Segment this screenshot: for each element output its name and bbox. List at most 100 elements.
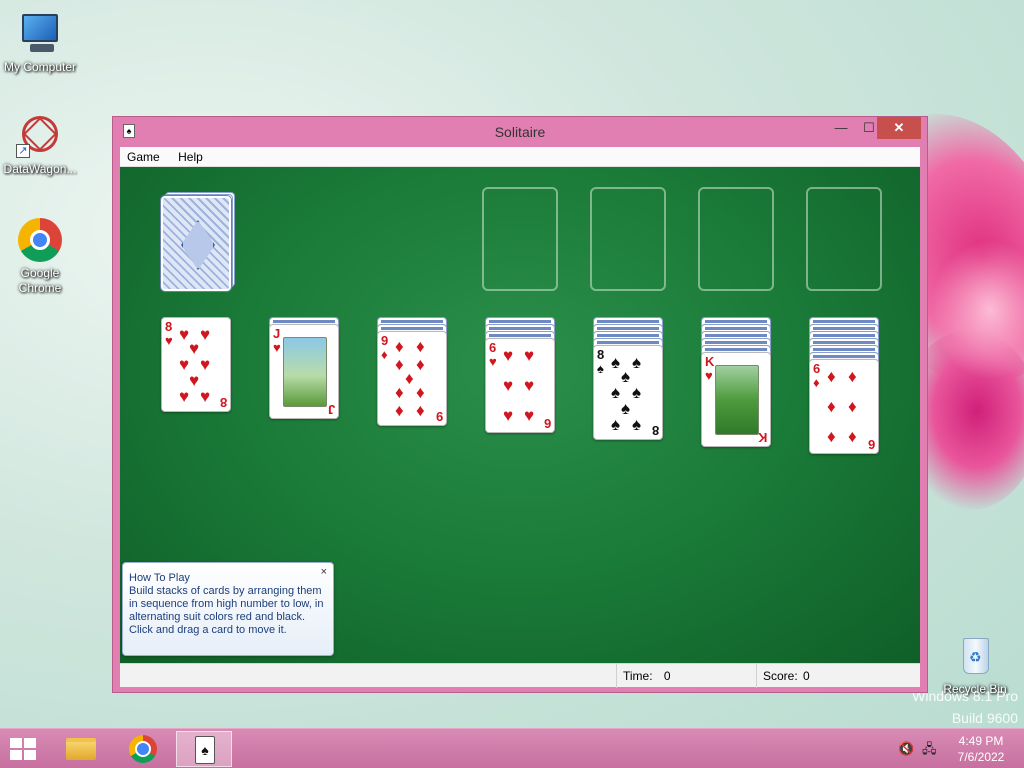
taskbar-file-explorer[interactable]	[53, 731, 109, 767]
windows-watermark-build: Build 9600	[951, 710, 1018, 726]
window-titlebar[interactable]: ♠ Solitaire — ☐ ✕	[113, 117, 927, 147]
foundation-slot-2[interactable]	[590, 187, 666, 291]
shortcut-arrow-icon: ↗	[16, 144, 30, 158]
card-rank: 8	[651, 423, 659, 438]
card-rank: 8 ♥	[165, 319, 173, 348]
taskbar: ♠ 🔇 🖧 4:49 PM 7/6/2022	[0, 728, 1024, 768]
folder-icon	[66, 738, 96, 760]
time-display: Time: 0	[616, 664, 756, 688]
wallpaper-flower-highlight	[930, 240, 1024, 380]
diamond-icon: ♦	[395, 337, 404, 356]
heart-icon: ♥	[179, 325, 190, 344]
menu-help[interactable]: Help	[171, 147, 210, 167]
diamond-icon: ♦	[416, 401, 425, 420]
spade-icon: ♠	[621, 399, 631, 418]
card-rank: K ♥	[705, 354, 715, 383]
card-8-hearts[interactable]: 8 ♥ 8 ♥ ♥ ♥ ♥ ♥ ♥ ♥ ♥	[161, 317, 231, 412]
recycle-bin-icon: ♻	[951, 632, 999, 680]
diamond-icon: ♦	[848, 427, 857, 446]
clock-time: 4:49 PM	[958, 734, 1004, 748]
menu-game[interactable]: Game	[120, 147, 167, 167]
diamond-icon: ♦	[405, 369, 414, 388]
spade-icon: ♠	[632, 383, 642, 402]
heart-icon: ♥	[189, 339, 200, 358]
desktop-icon-datawagon[interactable]: ↗ DataWagon...	[0, 112, 80, 177]
heart-icon: ♥	[524, 376, 535, 395]
spade-icon: ♠	[611, 353, 621, 372]
card-rank: 6	[867, 437, 875, 452]
foundation-slot-4[interactable]	[806, 187, 882, 291]
score-value: 0	[803, 669, 810, 683]
network-icon[interactable]: 🖧	[922, 741, 938, 757]
stock-pile[interactable]	[160, 192, 237, 292]
heart-icon: ♥	[200, 387, 211, 406]
desktop-icon-label: Google Chrome	[18, 266, 62, 295]
minimize-button[interactable]: —	[827, 117, 855, 139]
taskbar-clock[interactable]: 4:49 PM 7/6/2022	[948, 733, 1014, 765]
foundation-slot-3[interactable]	[698, 187, 774, 291]
diamond-icon: ♦	[395, 383, 404, 402]
diamond-icon: ♦	[827, 397, 836, 416]
score-label: Score:	[763, 669, 798, 683]
card-9-diamonds[interactable]: 9 ♦ 9 ♦ ♦ ♦ ♦ ♦ ♦ ♦ ♦ ♦	[377, 331, 447, 426]
datawagon-icon: ↗	[16, 112, 64, 160]
taskbar-chrome[interactable]	[115, 731, 171, 767]
card-rank: 6 ♥	[489, 340, 497, 369]
heart-icon: ♥	[200, 355, 211, 374]
windows-logo-icon	[10, 738, 22, 748]
diamond-icon: ♦	[416, 337, 425, 356]
desktop-icon-label: My Computer	[3, 60, 77, 74]
diamond-icon: ♦	[395, 401, 404, 420]
diamond-icon: ♦	[827, 427, 836, 446]
spade-icon: ♠	[632, 415, 642, 434]
foundation-slot-1[interactable]	[482, 187, 558, 291]
diamond-icon: ♦	[848, 367, 857, 386]
heart-icon: ♥	[503, 406, 514, 425]
diamond-icon: ♦	[416, 355, 425, 374]
heart-icon: ♥	[524, 406, 535, 425]
score-display: Score: 0	[756, 664, 920, 688]
card-rank: 8 ♠	[597, 347, 605, 376]
start-button[interactable]	[10, 738, 38, 762]
diamond-icon: ♦	[395, 355, 404, 374]
spade-icon: ♠	[621, 367, 631, 386]
how-to-play-tooltip: × How To Play Build stacks of cards by a…	[122, 562, 334, 656]
card-rank: 9	[435, 409, 443, 424]
volume-muted-icon[interactable]: 🔇	[898, 741, 914, 757]
heart-icon: ♥	[503, 376, 514, 395]
computer-icon	[16, 10, 64, 58]
close-button[interactable]: ✕	[877, 117, 921, 139]
face-card-art	[715, 365, 759, 435]
heart-icon: ♥	[179, 355, 190, 374]
tooltip-title: How To Play	[129, 572, 190, 584]
card-king-hearts[interactable]: K ♥ K	[701, 352, 771, 447]
desktop-icon-google-chrome[interactable]: Google Chrome	[0, 216, 80, 296]
taskbar-solitaire[interactable]: ♠	[176, 731, 232, 767]
card-rank: 6	[543, 416, 551, 431]
status-bar: Time: 0 Score: 0	[120, 663, 920, 688]
card-rank: 8	[219, 395, 227, 410]
heart-icon: ♥	[503, 346, 514, 365]
tooltip-close-button[interactable]: ×	[321, 566, 327, 578]
windows-watermark-edition: Windows 8.1 Pro	[912, 688, 1018, 704]
card-6-hearts[interactable]: 6 ♥ 6 ♥ ♥ ♥ ♥ ♥ ♥	[485, 338, 555, 433]
card-rank: K	[757, 430, 767, 445]
time-label: Time:	[623, 669, 653, 683]
card-rank: 9 ♦	[381, 333, 389, 362]
tooltip-body: Build stacks of cards by arranging them …	[129, 585, 324, 636]
heart-icon: ♥	[189, 371, 200, 390]
desktop-icon-my-computer[interactable]: My Computer	[0, 10, 80, 75]
spade-icon: ♠	[632, 353, 642, 372]
card-jack-hearts[interactable]: J ♥ J	[269, 324, 339, 419]
card-rank: 6 ♦	[813, 361, 821, 390]
time-value: 0	[663, 669, 671, 683]
card-8-spades[interactable]: 8 ♠ 8 ♠ ♠ ♠ ♠ ♠ ♠ ♠ ♠	[593, 345, 663, 440]
card-6-diamonds[interactable]: 6 ♦ 6 ♦ ♦ ♦ ♦ ♦ ♦	[809, 359, 879, 454]
spade-icon: ♠	[611, 383, 621, 402]
menu-bar: Game Help	[120, 147, 920, 167]
heart-icon: ♥	[200, 325, 211, 344]
heart-icon: ♥	[524, 346, 535, 365]
clock-date: 7/6/2022	[957, 750, 1005, 764]
chrome-icon	[129, 735, 157, 763]
diamond-icon: ♦	[848, 397, 857, 416]
